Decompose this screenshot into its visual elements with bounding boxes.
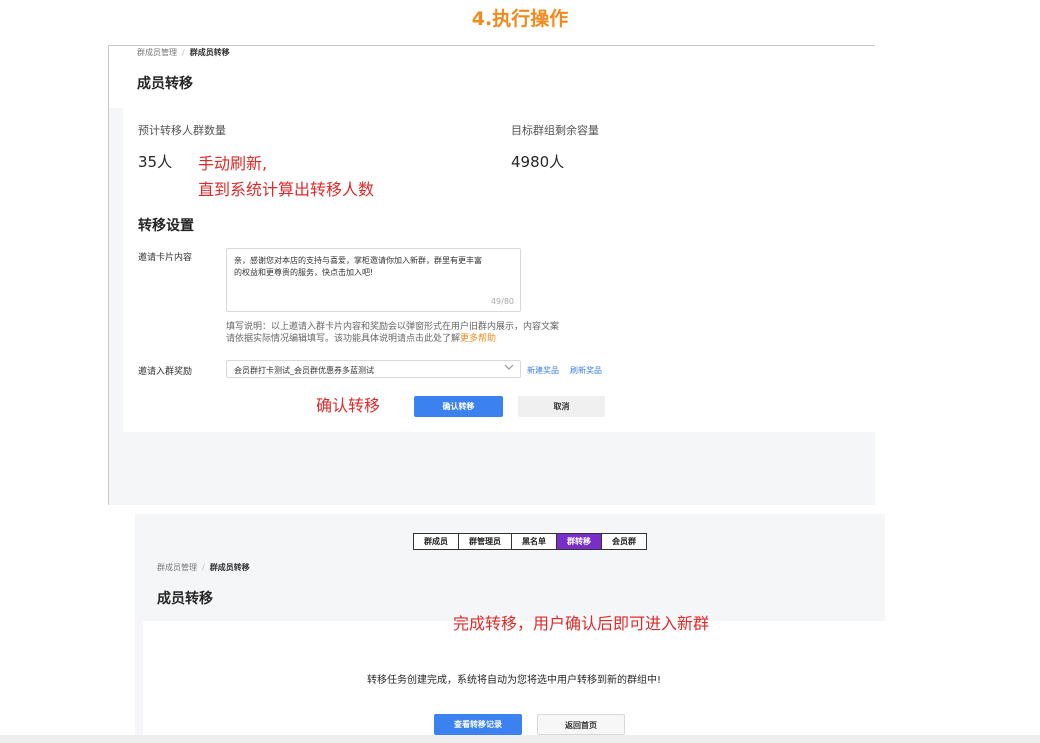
hint-line1: 填写说明：以上邀请入群卡片内容和奖励会以弹窗形式在用户旧群内展示，内容文案 — [226, 322, 560, 332]
tab-member-group[interactable]: 会员群 — [602, 534, 646, 549]
settings-card: 转移设置 邀请卡片内容 亲，感谢您对本店的支持与喜爱，掌柜邀请你加入新群，群里有… — [123, 204, 876, 432]
annotation-done: 完成转移，用户确认后即可进入新群 — [453, 614, 710, 633]
transfer-settings-panel: 群成员管理 / 群成员转移 成员转移 预计转移人群数量 35人 目标群组剩余容量 4… — [108, 45, 876, 505]
breadcrumb-separator: / — [182, 48, 185, 57]
bottom-edge — [0, 735, 1040, 743]
expected-count-label: 预计转移人群数量 — [138, 124, 226, 137]
annotation-confirm: 确认转移 — [316, 396, 381, 415]
refresh-reward-link[interactable]: 刷新奖品 — [570, 365, 602, 376]
chevron-down-icon — [504, 364, 514, 373]
expected-count-value: 35人 — [138, 153, 173, 171]
annotation-refresh-line2: 直到系统计算出转移人数 — [198, 180, 375, 199]
invite-card-label: 邀请卡片内容 — [138, 253, 193, 263]
hint-line2: 请依据实际情况编辑填写。该功能具体说明请点击此处了解 — [226, 334, 461, 344]
more-help-link[interactable]: 更多帮助 — [460, 334, 496, 344]
breadcrumb-parent[interactable]: 群成员管理 — [157, 563, 197, 572]
fill-hint: 填写说明：以上邀请入群卡片内容和奖励会以弹窗形式在用户旧群内展示，内容文案 请依… — [226, 321, 646, 345]
step-title: 4.执行操作 — [471, 8, 569, 30]
breadcrumb: 群成员管理 / 群成员转移 — [157, 562, 250, 573]
breadcrumb-current: 群成员转移 — [209, 563, 250, 572]
reward-select[interactable]: 会员群打卡测试_会员群优惠券多蓝测试 — [226, 360, 521, 378]
breadcrumb-current: 群成员转移 — [189, 48, 230, 57]
invite-card-text-line2: 的权益和更尊贵的服务，快点击加入吧! — [234, 268, 374, 277]
view-records-button[interactable]: 查看转移记录 — [434, 714, 522, 735]
invite-card-textarea[interactable]: 亲，感谢您对本店的支持与喜爱，掌柜邀请你加入新群，群里有更丰富 的权益和更尊贵的… — [226, 248, 521, 312]
page-header: 群成员管理 / 群成员转移 成员转移 — [109, 46, 876, 108]
back-home-button[interactable]: 返回首页 — [537, 714, 625, 735]
page-title: 成员转移 — [137, 76, 193, 92]
tab-members[interactable]: 群成员 — [414, 534, 459, 549]
tab-group-transfer[interactable]: 群转移 — [557, 534, 602, 549]
breadcrumb-separator: / — [202, 563, 205, 572]
reward-label: 邀请入群奖励 — [138, 367, 193, 377]
reward-select-value: 会员群打卡测试_会员群优惠券多蓝测试 — [234, 366, 374, 375]
breadcrumb-parent[interactable]: 群成员管理 — [137, 48, 177, 57]
new-reward-link[interactable]: 新建奖品 — [527, 365, 559, 376]
group-tabs: 群成员 群管理员 黑名单 群转移 会员群 — [413, 533, 647, 550]
tab-blacklist[interactable]: 黑名单 — [512, 534, 557, 549]
breadcrumb: 群成员管理 / 群成员转移 — [137, 47, 230, 58]
annotation-refresh-line1: 手动刷新, — [198, 154, 268, 173]
char-counter: 49/80 — [490, 297, 514, 306]
invite-card-text-line1: 亲，感谢您对本店的支持与喜爱，掌柜邀请你加入新群，群里有更丰富 — [234, 256, 482, 265]
success-message: 转移任务创建完成，系统将自动为您将选中用户转移到新的群组中! — [366, 675, 661, 686]
screenshot-root: 4.执行操作 群成员管理 / 群成员转移 成员转移 预计转移人群数量 35人 目标群… — [0, 0, 1040, 743]
confirm-transfer-button[interactable]: 确认转移 — [414, 396, 503, 417]
settings-section-title: 转移设置 — [138, 218, 194, 234]
result-card: 转移任务创建完成，系统将自动为您将选中用户转移到新的群组中! 查看转移记录 返回… — [143, 621, 885, 743]
tab-admins[interactable]: 群管理员 — [459, 534, 512, 549]
remaining-capacity-value: 4980人 — [511, 153, 565, 171]
cancel-button[interactable]: 取消 — [518, 396, 605, 417]
remaining-capacity-label: 目标群组剩余容量 — [511, 124, 599, 137]
page-title: 成员转移 — [157, 591, 213, 607]
